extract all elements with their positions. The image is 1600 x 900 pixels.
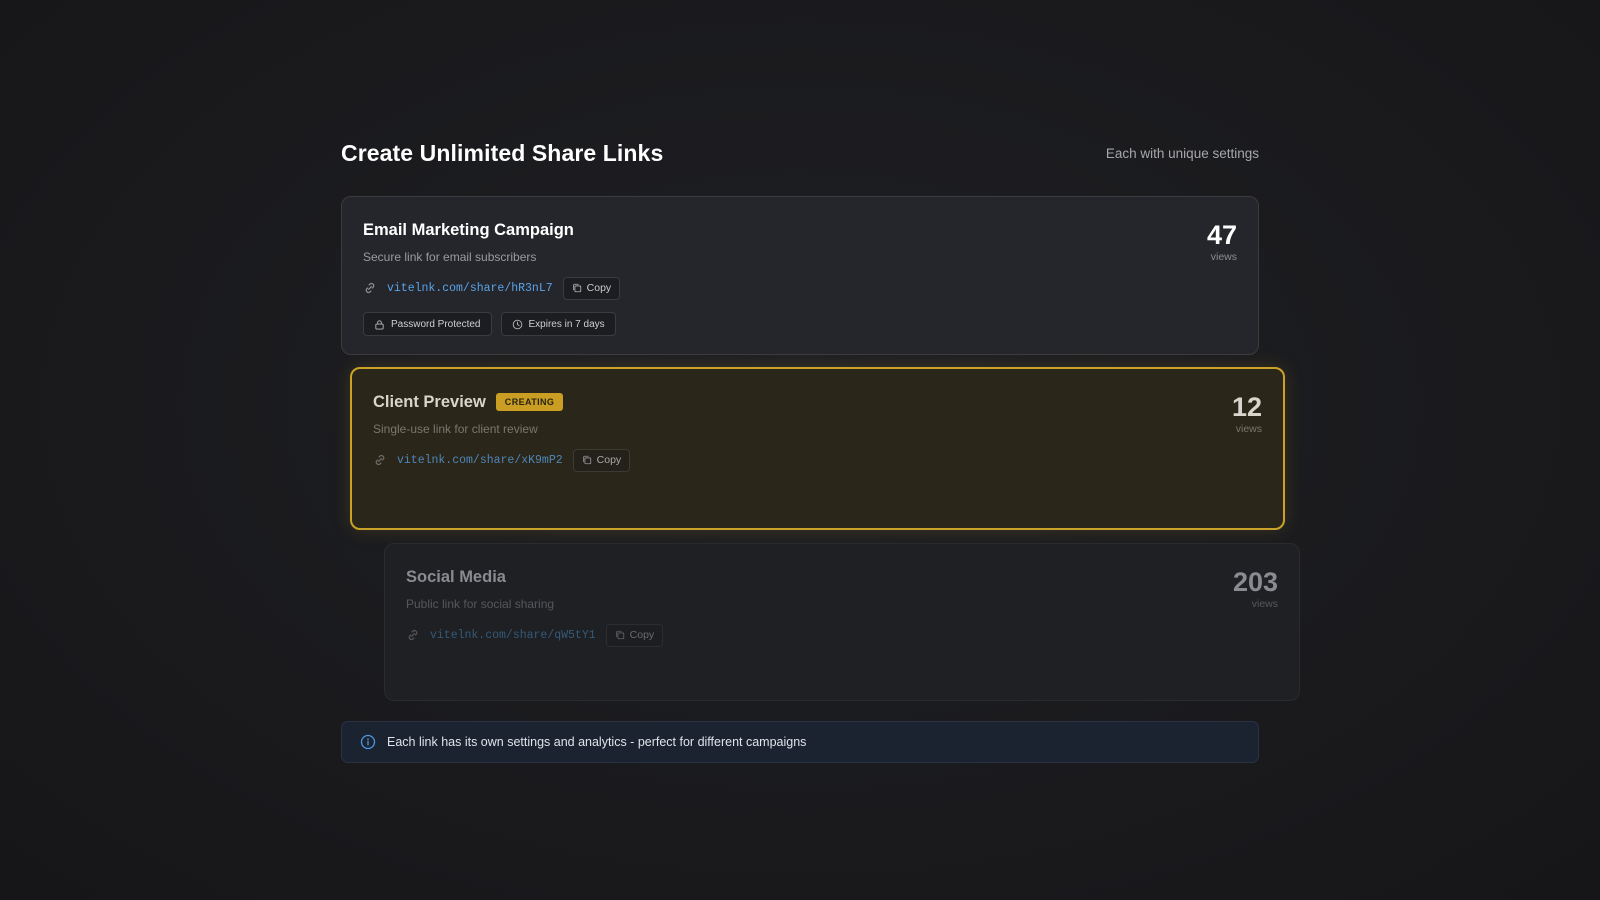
copy-label: Copy: [586, 282, 612, 294]
copy-label: Copy: [629, 629, 655, 641]
page: Create Unlimited Share Links Each with u…: [0, 0, 1600, 900]
copy-button[interactable]: Copy: [605, 623, 664, 647]
link-icon: [363, 281, 377, 295]
card-title: Email Marketing Campaign: [363, 220, 574, 239]
views-label: views: [1235, 423, 1262, 435]
copy-icon: [572, 283, 581, 293]
page-subtitle: Each with unique settings: [1105, 146, 1259, 161]
clock-icon: [512, 319, 522, 329]
card-description: Single-use link for client review: [373, 422, 538, 436]
page-title: Create Unlimited Share Links: [341, 140, 664, 166]
views-count: 47: [1206, 220, 1237, 250]
expiry-tag: Expires in 7 days: [500, 312, 616, 336]
info-icon: [360, 734, 376, 750]
password-protected-tag: Password Protected: [363, 312, 492, 336]
page-header: Create Unlimited Share Links Each with u…: [341, 140, 1259, 170]
views-count: 203: [1232, 567, 1278, 597]
card-title: Client Preview: [373, 392, 486, 411]
views-label: views: [1251, 598, 1278, 610]
card-description: Public link for social sharing: [406, 597, 555, 611]
copy-icon: [582, 455, 591, 465]
views-label: views: [1210, 251, 1237, 263]
share-link-card-creating[interactable]: Client Preview CREATING Single-use link …: [350, 367, 1285, 530]
lock-icon: [375, 319, 384, 330]
share-url[interactable]: vitelnk.com/share/qW5tY1: [430, 629, 596, 642]
share-link-card[interactable]: Social Media Public link for social shar…: [384, 543, 1300, 701]
copy-icon: [615, 630, 624, 640]
info-banner: Each link has its own settings and analy…: [341, 721, 1259, 763]
status-badge: CREATING: [495, 393, 564, 411]
views-stat: 12 views: [1232, 391, 1262, 435]
link-icon: [373, 453, 387, 467]
share-url[interactable]: vitelnk.com/share/hR3nL7: [387, 282, 553, 295]
tag-label: Expires in 7 days: [528, 318, 605, 330]
views-stat: 203 views: [1233, 566, 1278, 610]
card-title: Social Media: [406, 567, 506, 586]
share-link-card[interactable]: Email Marketing Campaign Secure link for…: [341, 196, 1259, 355]
card-description: Secure link for email subscribers: [363, 250, 537, 264]
views-stat: 47 views: [1207, 219, 1237, 263]
views-count: 12: [1231, 392, 1262, 422]
copy-button[interactable]: Copy: [562, 276, 621, 300]
share-url[interactable]: vitelnk.com/share/xK9mP2: [397, 454, 563, 467]
info-text: Each link has its own settings and analy…: [387, 735, 807, 749]
tag-label: Password Protected: [391, 318, 481, 330]
copy-label: Copy: [596, 454, 622, 466]
link-icon: [406, 628, 420, 642]
copy-button[interactable]: Copy: [572, 448, 631, 472]
